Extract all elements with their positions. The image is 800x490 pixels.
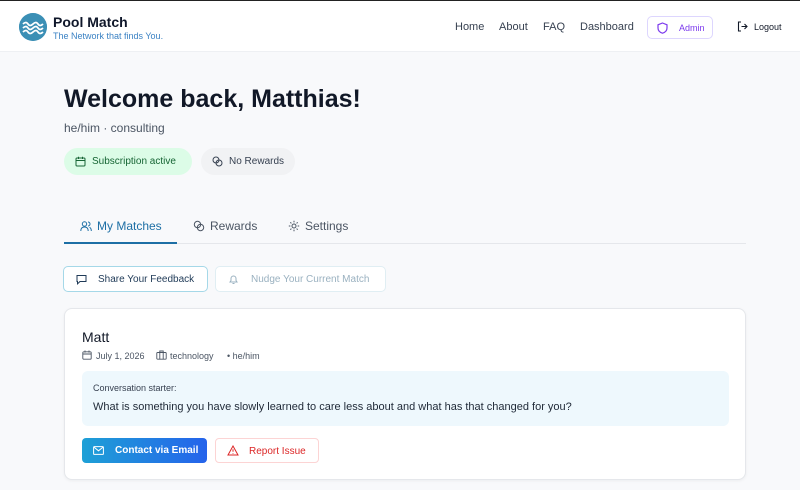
conversation-starter-label: Conversation starter: [93, 383, 177, 393]
nudge-match-label: Nudge Your Current Match [251, 274, 370, 285]
dashboard-tabs: My Matches Rewards Settings [64, 212, 746, 244]
nudge-match-button[interactable]: Nudge Your Current Match [215, 266, 386, 292]
rewards-status-badge: No Rewards [201, 148, 295, 175]
logout-icon [737, 21, 748, 32]
match-industry-text: technology [170, 351, 214, 361]
top-navbar: Pool Match The Network that finds You. H… [0, 0, 800, 52]
tab-my-matches[interactable]: My Matches [64, 212, 177, 244]
tab-rewards-label: Rewards [210, 219, 258, 233]
bell-icon [229, 275, 238, 284]
calendar-icon [82, 350, 92, 360]
subscription-status-badge: Subscription active [64, 148, 192, 175]
message-icon [76, 275, 87, 285]
subscription-status-label: Subscription active [92, 156, 176, 167]
match-date-text: July 1, 2026 [96, 351, 145, 361]
match-industry: technology [156, 350, 214, 361]
gear-icon [288, 220, 300, 232]
shield-icon [657, 22, 668, 34]
coins-icon [193, 220, 205, 232]
report-issue-label: Report Issue [249, 446, 306, 457]
tab-rewards[interactable]: Rewards [193, 212, 263, 244]
nav-link-home[interactable]: Home [455, 21, 484, 33]
wave-logo-icon[interactable] [19, 13, 47, 41]
coins-icon [212, 156, 223, 167]
share-feedback-button[interactable]: Share Your Feedback [63, 266, 208, 292]
contact-via-email-label: Contact via Email [115, 445, 199, 456]
contact-via-email-button[interactable]: Contact via Email [82, 438, 207, 463]
nav-link-about[interactable]: About [499, 21, 528, 33]
admin-button[interactable]: Admin [647, 16, 713, 39]
tab-my-matches-label: My Matches [97, 219, 162, 233]
report-issue-button[interactable]: Report Issue [215, 438, 319, 463]
admin-label: Admin [679, 23, 705, 33]
match-pronouns: • he/him [227, 351, 260, 361]
calendar-icon [75, 156, 86, 167]
match-name: Matt [82, 329, 110, 345]
match-date: July 1, 2026 [82, 350, 145, 361]
users-icon [80, 221, 92, 232]
brand-tagline: The Network that finds You. [53, 31, 164, 41]
warning-icon [227, 445, 239, 456]
tab-settings-label: Settings [305, 219, 349, 233]
nav-link-faq[interactable]: FAQ [543, 21, 565, 33]
rewards-status-label: No Rewards [229, 156, 285, 167]
match-card: Matt July 1, 2026 technology • he/him Co… [64, 308, 746, 480]
nav-link-dashboard[interactable]: Dashboard [580, 21, 634, 33]
tab-settings[interactable]: Settings [288, 212, 358, 244]
page-title: Welcome back, Matthias! [64, 85, 361, 113]
briefcase-icon [156, 350, 167, 360]
conversation-starter-question: What is something you have slowly learne… [93, 401, 572, 413]
user-subline: he/him · consulting [64, 121, 165, 135]
conversation-starter-box: Conversation starter: What is something … [82, 371, 729, 426]
logout-label: Logout [754, 22, 782, 32]
brand-title[interactable]: Pool Match [53, 14, 128, 30]
share-feedback-label: Share Your Feedback [98, 274, 195, 285]
mail-icon [93, 446, 104, 455]
